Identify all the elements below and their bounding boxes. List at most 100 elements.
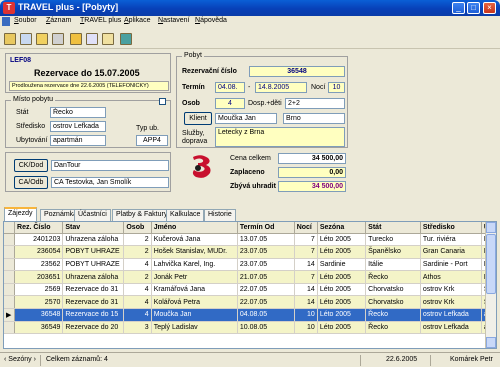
copy-icon[interactable]	[102, 33, 114, 45]
cell-rez-cislo[interactable]: 36549	[14, 321, 64, 335]
grid-vertical-scrollbar[interactable]	[485, 222, 496, 348]
tab-kalkulace[interactable]: Kalkulace	[166, 209, 205, 221]
cell-termin-od[interactable]: 22.07.05	[237, 283, 295, 297]
cell-sezona[interactable]: Léto 2005	[317, 233, 367, 247]
cell-stredisko[interactable]: ostrov Krk	[420, 283, 482, 297]
cell-stav[interactable]: Uhrazena záloha	[62, 233, 125, 247]
misto-checkbox[interactable]	[159, 98, 166, 105]
cell-stat[interactable]: Chorvatsko	[365, 295, 421, 310]
cell-sezona[interactable]: Léto 2005	[317, 308, 367, 322]
dosp-deti-field[interactable]: 2+2	[285, 98, 345, 109]
table-row[interactable]: 23562 POBYT UHRAZE 4 Lahvička Karel, Ing. 23…	[4, 258, 496, 272]
cell-stat[interactable]: Chorvatsko	[365, 283, 421, 297]
ck-dod-field[interactable]: DanTour	[51, 160, 169, 171]
cell-noci[interactable]: 14	[294, 283, 318, 297]
row-indicator[interactable]	[4, 321, 15, 335]
close-button[interactable]: ×	[483, 2, 496, 14]
col-header-rez-cislo[interactable]: Rez. Číslo	[14, 222, 64, 234]
cell-sezona[interactable]: Léto 2005	[317, 245, 367, 259]
cell-termin-od[interactable]: 23.07.05	[237, 258, 295, 272]
cell-jmeno[interactable]: Jonák Petr	[151, 270, 238, 284]
window-icon[interactable]	[120, 33, 132, 45]
cell-stat[interactable]: Španělsko	[365, 245, 421, 259]
cell-stredisko[interactable]: Sardinie - Port	[420, 258, 482, 272]
rez-cislo-field[interactable]: 36548	[249, 66, 345, 77]
cell-noci[interactable]: 10	[294, 321, 318, 335]
cell-osob[interactable]: 3	[123, 321, 152, 335]
table-row[interactable]: 2401203 Uhrazena záloha 2 Kučerová Jana 13.0…	[4, 233, 496, 247]
cell-osob[interactable]: 2	[123, 270, 152, 284]
klient-city-field[interactable]: Brno	[283, 113, 345, 124]
row-indicator[interactable]: ▶	[4, 308, 15, 322]
cell-stredisko[interactable]: ostrov Lefkada	[420, 321, 482, 335]
cell-stav[interactable]: POBYT UHRAZE	[62, 245, 125, 259]
maximize-button[interactable]: □	[467, 2, 480, 14]
cell-rez-cislo[interactable]: 203651	[14, 270, 64, 284]
cell-noci[interactable]: 14	[294, 258, 318, 272]
ca-odb-button[interactable]: CA/Odb	[14, 176, 48, 189]
exit-icon[interactable]	[4, 33, 16, 45]
cell-sezona[interactable]: Léto 2005	[317, 321, 367, 335]
open-folder-icon[interactable]	[70, 33, 82, 45]
row-indicator[interactable]	[4, 270, 15, 284]
termin-to-field[interactable]: 14.8.2005	[255, 82, 307, 93]
scroll-down-arrow-icon[interactable]	[486, 337, 496, 348]
cell-termin-od[interactable]: 10.08.05	[237, 321, 295, 335]
tab-historie[interactable]: Historie	[204, 209, 236, 221]
cell-jmeno[interactable]: Kučerová Jana	[151, 233, 238, 247]
row-indicator[interactable]	[4, 295, 15, 310]
table-row[interactable]: 2569 Rezervace do 31 4 Kramářová Jana 22.07.…	[4, 283, 496, 297]
klient-field[interactable]: Moučka Jan	[215, 113, 277, 124]
cell-osob[interactable]: 4	[123, 295, 152, 310]
cell-stav[interactable]: POBYT UHRAZE	[62, 258, 125, 272]
cell-osob[interactable]: 2	[123, 233, 152, 247]
menu-soubor[interactable]: Soubor	[14, 17, 37, 24]
tab-platby-faktury[interactable]: Platby & Faktury	[112, 209, 172, 221]
cell-rez-cislo[interactable]: 236054	[14, 245, 64, 259]
noci-field[interactable]: 10	[328, 82, 345, 93]
cell-termin-od[interactable]: 13.07.05	[237, 233, 295, 247]
osob-field[interactable]: 4	[215, 98, 245, 109]
cell-stredisko[interactable]: Gran Canaria	[420, 245, 482, 259]
cell-noci[interactable]: 10	[294, 308, 318, 322]
termin-from-field[interactable]: 04.08.	[215, 82, 245, 93]
menu-napoveda[interactable]: Nápověda	[195, 17, 227, 24]
row-indicator[interactable]	[4, 258, 15, 272]
status-seasons[interactable]: ‹ Sezóny ›	[4, 356, 36, 363]
table-row[interactable]: 203651 Uhrazena záloha 2 Jonák Petr 21.07.05…	[4, 270, 496, 284]
cell-rez-cislo[interactable]: 2570	[14, 295, 64, 310]
cell-sezona[interactable]: Sardinie	[317, 258, 367, 272]
row-indicator[interactable]	[4, 233, 15, 247]
cell-stat[interactable]: Řecko	[365, 321, 421, 335]
menu-zaznam[interactable]: Záznam	[46, 17, 71, 24]
col-header-termin-od[interactable]: Termín Od	[237, 222, 295, 234]
ck-dod-button[interactable]: CK/Dod	[14, 159, 48, 172]
menu-aplikace[interactable]: Aplikace	[124, 17, 150, 24]
stredisko-field[interactable]: ostrov Lefkada	[50, 121, 106, 132]
col-header-sezona[interactable]: Sezóna	[317, 222, 367, 234]
col-header-stredisko[interactable]: Středisko	[420, 222, 482, 234]
cell-stat[interactable]: Turecko	[365, 233, 421, 247]
cell-jmeno[interactable]: Hošek Stanislav, MUDr.	[151, 245, 238, 259]
cell-rez-cislo[interactable]: 23562	[14, 258, 64, 272]
scroll-up-arrow-icon[interactable]	[486, 222, 496, 233]
find-icon[interactable]	[20, 33, 32, 45]
cell-rez-cislo[interactable]: 2569	[14, 283, 64, 297]
cell-sezona[interactable]: Léto 2005	[317, 295, 367, 310]
cell-stat[interactable]: Řecko	[365, 308, 421, 322]
mdi-window-icon[interactable]	[2, 17, 10, 26]
cell-stav[interactable]: Rezervace do 31	[62, 283, 125, 297]
cell-rez-cislo[interactable]: 36548	[14, 308, 64, 322]
col-header-stav[interactable]: Stav	[62, 222, 125, 234]
ubytovani-field[interactable]: apartmán	[50, 135, 106, 146]
klient-button[interactable]: Klient	[184, 112, 212, 125]
cell-jmeno[interactable]: Teplý Ladislav	[151, 321, 238, 335]
cell-stredisko[interactable]: Tur. riviéra	[420, 233, 482, 247]
cell-jmeno[interactable]: Kramářová Jana	[151, 283, 238, 297]
ca-odb-field[interactable]: CA Testovka, Jan Smolík	[51, 177, 169, 188]
cell-termin-od[interactable]: 04.08.05	[237, 308, 295, 322]
cell-jmeno[interactable]: Kolářová Petra	[151, 295, 238, 310]
cell-stav[interactable]: Rezervace do 31	[62, 295, 125, 310]
cell-osob[interactable]: 4	[123, 258, 152, 272]
cell-osob[interactable]: 4	[123, 283, 152, 297]
